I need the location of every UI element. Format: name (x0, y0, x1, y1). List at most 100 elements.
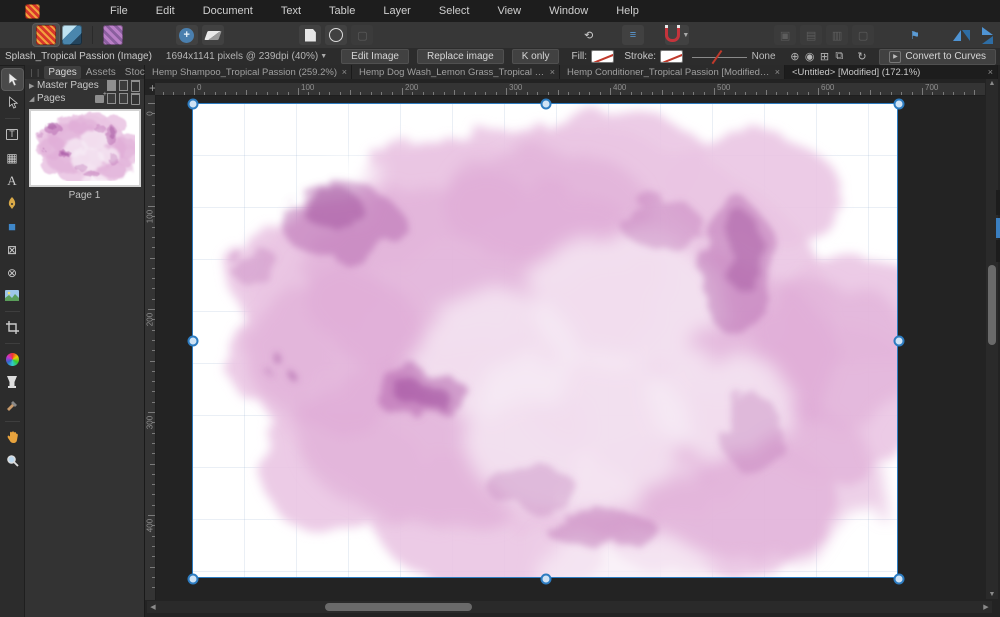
menu-layer[interactable]: Layer (369, 0, 425, 22)
duplicate-page-icon[interactable] (119, 93, 128, 104)
grid-icon[interactable]: ⊞ (817, 50, 832, 63)
vertical-ruler[interactable]: 0 100 200 300 400 (145, 95, 156, 600)
tab-close-icon[interactable]: × (550, 67, 555, 77)
menu-text[interactable]: Text (267, 0, 315, 22)
place-image-tool[interactable] (2, 285, 23, 306)
refresh-icon[interactable]: ↻ (855, 50, 870, 63)
document-tab[interactable]: Hemp Conditioner_Tropical Passion [Modif… (560, 65, 785, 79)
menu-view[interactable]: View (483, 0, 535, 22)
panel-grip-icon[interactable]: ❘❘ (28, 68, 41, 77)
document-tab[interactable]: Hemp Shampoo_Tropical Passion (259.2%) × (145, 65, 352, 79)
snapping-button[interactable]: ▼ (664, 25, 690, 45)
transparency-tool[interactable] (2, 372, 23, 393)
chevron-down-icon[interactable]: ▼ (682, 32, 689, 39)
shape-button[interactable] (299, 25, 322, 45)
rectangle-tool[interactable]: ■ (2, 216, 23, 237)
menu-document[interactable]: Document (189, 0, 267, 22)
ruler-label: 100 (301, 83, 315, 92)
scroll-right-icon[interactable]: ▶ (980, 603, 992, 611)
pages-section[interactable]: ◢ Pages (25, 91, 144, 105)
add-page-icon[interactable] (107, 93, 116, 104)
tab-close-icon[interactable]: × (342, 67, 347, 77)
document-tab[interactable]: Hemp Dog Wash_Lemon Grass_Tropical Passi… (352, 65, 560, 79)
pen-tool[interactable] (2, 193, 23, 214)
scroll-left-icon[interactable]: ◀ (147, 603, 159, 611)
ruler-tick (651, 92, 653, 95)
viewport[interactable]: + 0 100 200 300 400 500 600 700 0 100 200 300 400 ▲… (145, 79, 1000, 617)
document-tab-label: Hemp Shampoo_Tropical Passion (259.2%) (152, 66, 337, 78)
add-pages-button[interactable]: + (175, 25, 198, 45)
zoom-tool[interactable] (2, 450, 23, 471)
frame-text-tool[interactable]: T (2, 124, 23, 145)
flip-horizontal-button[interactable] (950, 25, 972, 45)
menu-window[interactable]: Window (535, 0, 602, 22)
collapsed-panel-accent[interactable] (996, 218, 1000, 238)
menu-help[interactable]: Help (602, 0, 653, 22)
node-tool[interactable] (2, 92, 23, 113)
publisher-persona-button[interactable] (33, 24, 60, 46)
add-master-icon[interactable] (107, 80, 116, 91)
tab-pages[interactable]: Pages (44, 65, 81, 79)
collapsed-arrow-icon[interactable]: ▶ (29, 82, 37, 90)
replace-image-button[interactable]: Replace image (416, 49, 504, 64)
photo-persona-button[interactable] (100, 24, 126, 46)
ruler-tick (682, 92, 684, 95)
document-page[interactable] (192, 103, 898, 578)
scroll-down-icon[interactable]: ▼ (986, 591, 998, 598)
stroke-swatch[interactable] (660, 50, 684, 63)
k-only-button[interactable]: K only (511, 49, 560, 64)
vertical-scrollbar[interactable]: ▲ ▼ (986, 79, 998, 599)
alignment-button[interactable]: ⚑ (904, 25, 926, 45)
menu-edit[interactable]: Edit (142, 0, 189, 22)
stroke-width-slider[interactable] (692, 49, 747, 64)
ruler-tick (152, 185, 155, 187)
collapsed-panel-handle[interactable] (996, 190, 1000, 215)
edit-image-button[interactable]: Edit Image (341, 49, 409, 64)
table-tool[interactable]: ▦ (2, 147, 23, 168)
target-icon[interactable]: ◉ (802, 50, 817, 63)
page-1-thumbnail[interactable] (28, 109, 141, 187)
horizontal-scrollbar[interactable]: ◀ ▶ (147, 601, 992, 613)
tab-close-icon[interactable]: × (775, 67, 780, 77)
master-page-icon[interactable] (119, 80, 128, 91)
tab-close-icon[interactable]: × (988, 67, 993, 77)
artistic-text-tool[interactable]: A (2, 170, 23, 191)
rotate-button[interactable]: ⟲ (578, 25, 600, 45)
ellipse-button[interactable] (325, 25, 348, 45)
collapsed-panel-handle[interactable] (996, 240, 1000, 262)
trash-icon[interactable] (131, 79, 140, 92)
vertical-scrollbar-thumb[interactable] (988, 265, 996, 345)
dimensions-caret-icon[interactable]: ▼ (320, 53, 327, 60)
ruler-tick (641, 92, 643, 95)
eraser-button[interactable] (201, 25, 224, 45)
flip-vertical-button[interactable] (976, 25, 998, 45)
horizontal-scrollbar-thumb[interactable] (325, 603, 472, 611)
tab-assets[interactable]: Assets (82, 66, 120, 79)
convert-to-curves-button[interactable]: ▶ Convert to Curves (879, 48, 997, 65)
colour-picker-tool[interactable] (2, 395, 23, 416)
horizontal-ruler[interactable]: 0 100 200 300 400 500 600 700 (155, 83, 985, 96)
view-tool[interactable] (2, 427, 23, 448)
master-pages-section[interactable]: ▶ Master Pages (25, 79, 144, 92)
preview-mode-button[interactable]: ≡ (621, 25, 644, 45)
ruler-tick (526, 92, 528, 95)
scroll-up-icon[interactable]: ▲ (986, 80, 998, 87)
picture-frame-ellipse-tool[interactable]: ⊗ (2, 262, 23, 283)
anchor-icon[interactable]: ⊕ (788, 50, 803, 63)
menu-file[interactable]: File (96, 0, 142, 22)
designer-persona-button[interactable] (59, 24, 85, 46)
expanded-arrow-icon[interactable]: ◢ (29, 95, 37, 103)
trash-icon[interactable] (131, 92, 140, 105)
add-page-from-image-icon[interactable] (95, 91, 107, 103)
fill-tool[interactable] (2, 349, 23, 370)
duplicate-icon[interactable]: ⧉ (832, 50, 847, 63)
watercolor-splash-image[interactable] (192, 103, 898, 578)
fill-swatch[interactable] (591, 50, 615, 63)
document-tab[interactable]: <Untitled> [Modified] (172.1%) × (785, 65, 998, 79)
menu-table[interactable]: Table (315, 0, 369, 22)
menu-select[interactable]: Select (425, 0, 484, 22)
picture-frame-rectangle-tool[interactable]: ⊠ (2, 239, 23, 260)
move-tool[interactable] (1, 69, 23, 90)
stroke-style-value[interactable]: None (752, 51, 776, 62)
vector-crop-tool[interactable] (2, 317, 23, 338)
